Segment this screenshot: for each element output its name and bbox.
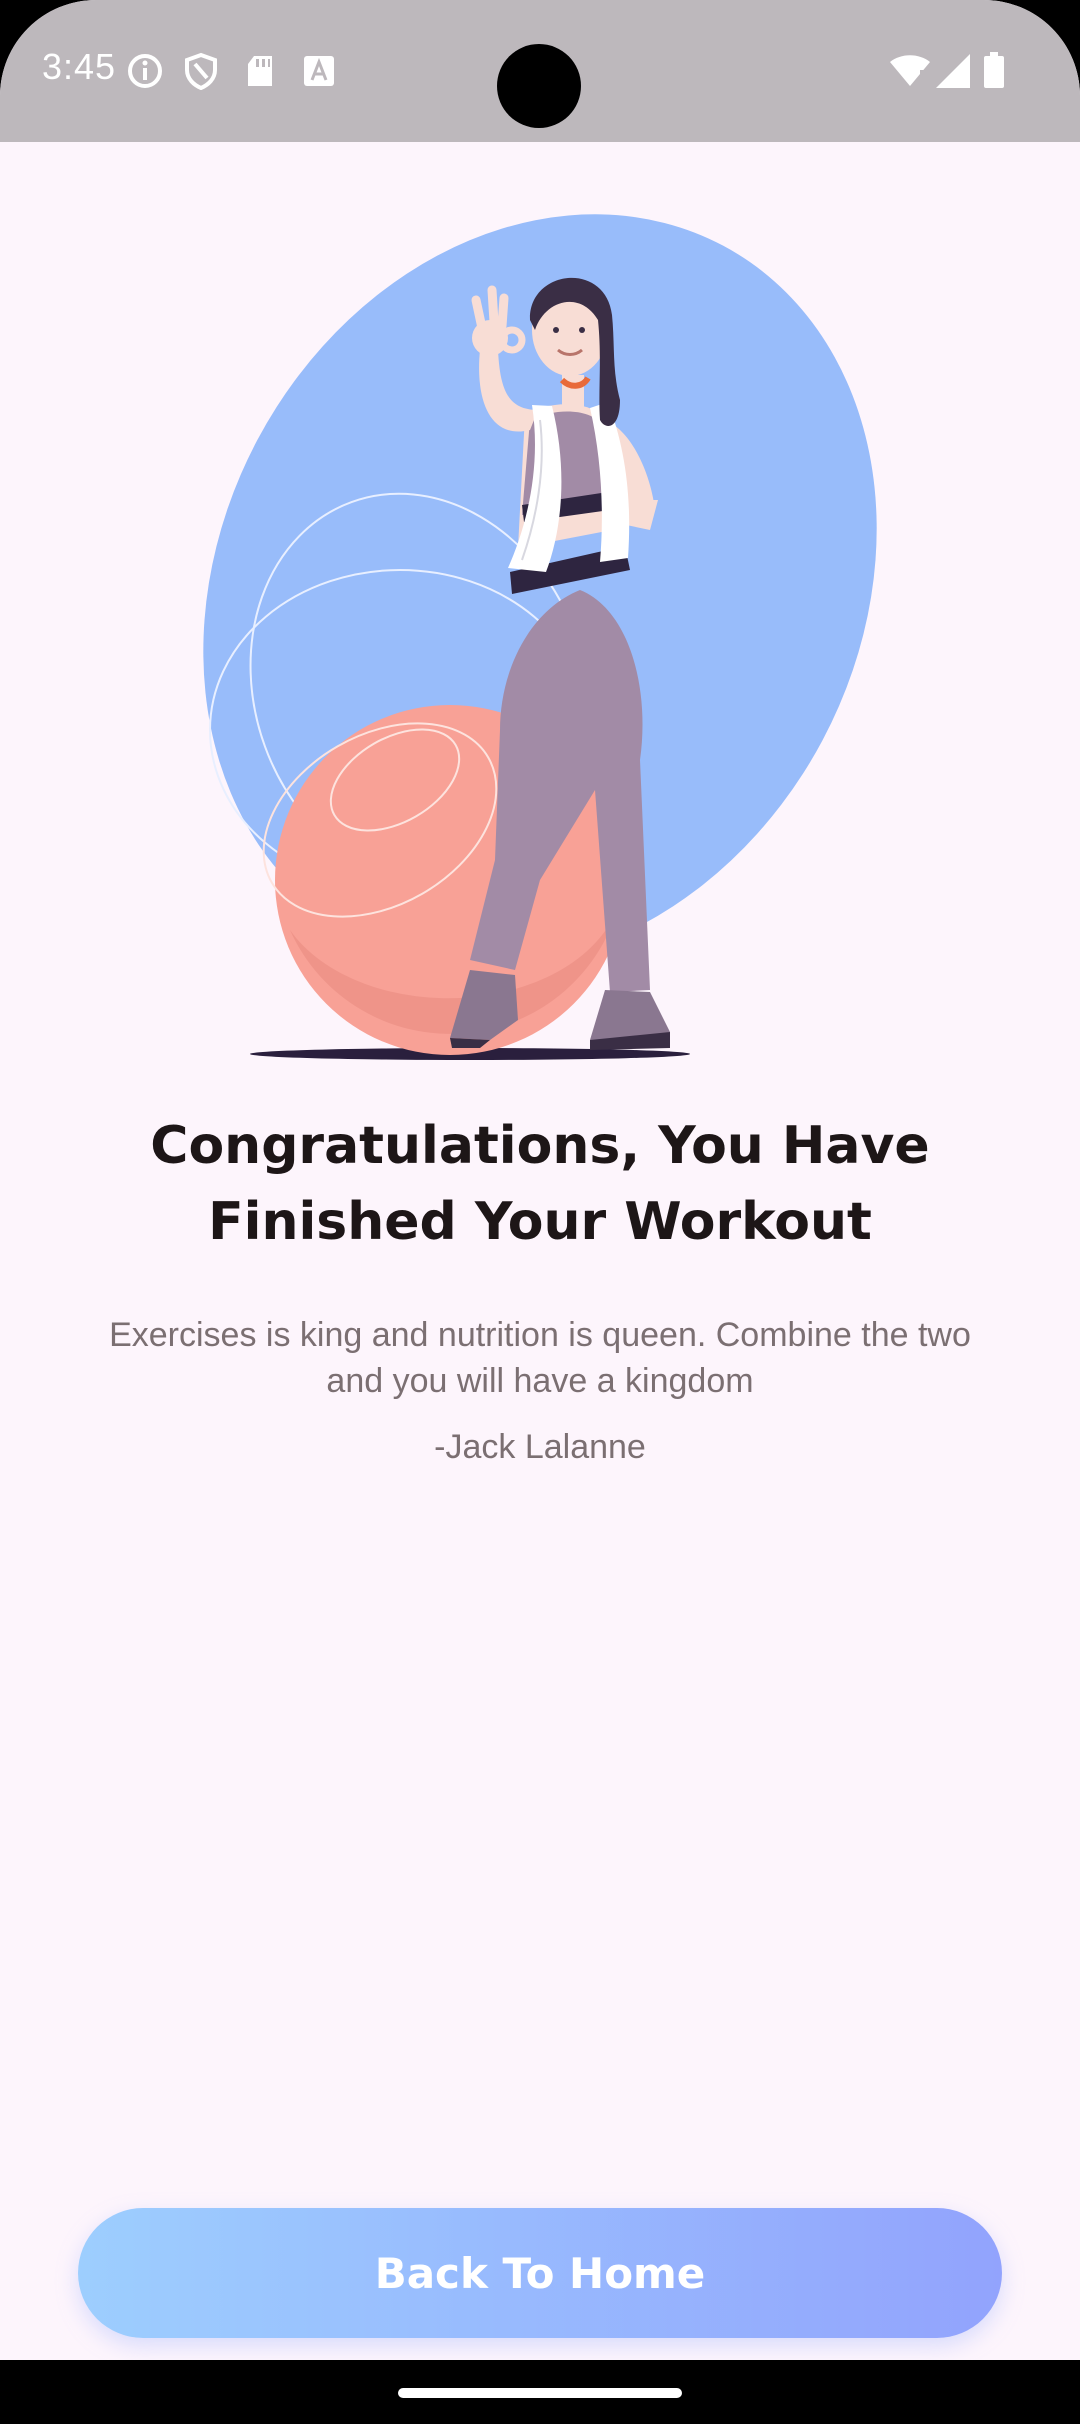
- shield-icon: [182, 52, 220, 91]
- status-time: 3:45: [42, 46, 117, 87]
- back-to-home-button[interactable]: Back To Home: [78, 2208, 1002, 2338]
- page-title: Congratulations, You Have Finished Your …: [150, 1116, 930, 1252]
- workout-complete-illustration: [150, 170, 930, 1070]
- sd-card-icon: [242, 52, 280, 90]
- battery-icon: [982, 52, 1006, 90]
- screen: 3:45 Congratulations, You Have Finished …: [0, 0, 1080, 2424]
- back-to-home-label: Back To Home: [374, 2248, 706, 2298]
- signal-icon: [934, 52, 972, 90]
- info-icon: [126, 52, 164, 90]
- quote-author: -Jack Lalanne: [434, 1428, 646, 1466]
- status-bar: 3:45: [0, 0, 1080, 142]
- home-gesture-handle[interactable]: [398, 2388, 682, 2398]
- font-a-icon: [300, 52, 338, 90]
- front-camera: [497, 44, 581, 128]
- motivational-quote: Exercises is king and nutrition is queen…: [109, 1316, 971, 1400]
- wifi-icon: [888, 52, 932, 90]
